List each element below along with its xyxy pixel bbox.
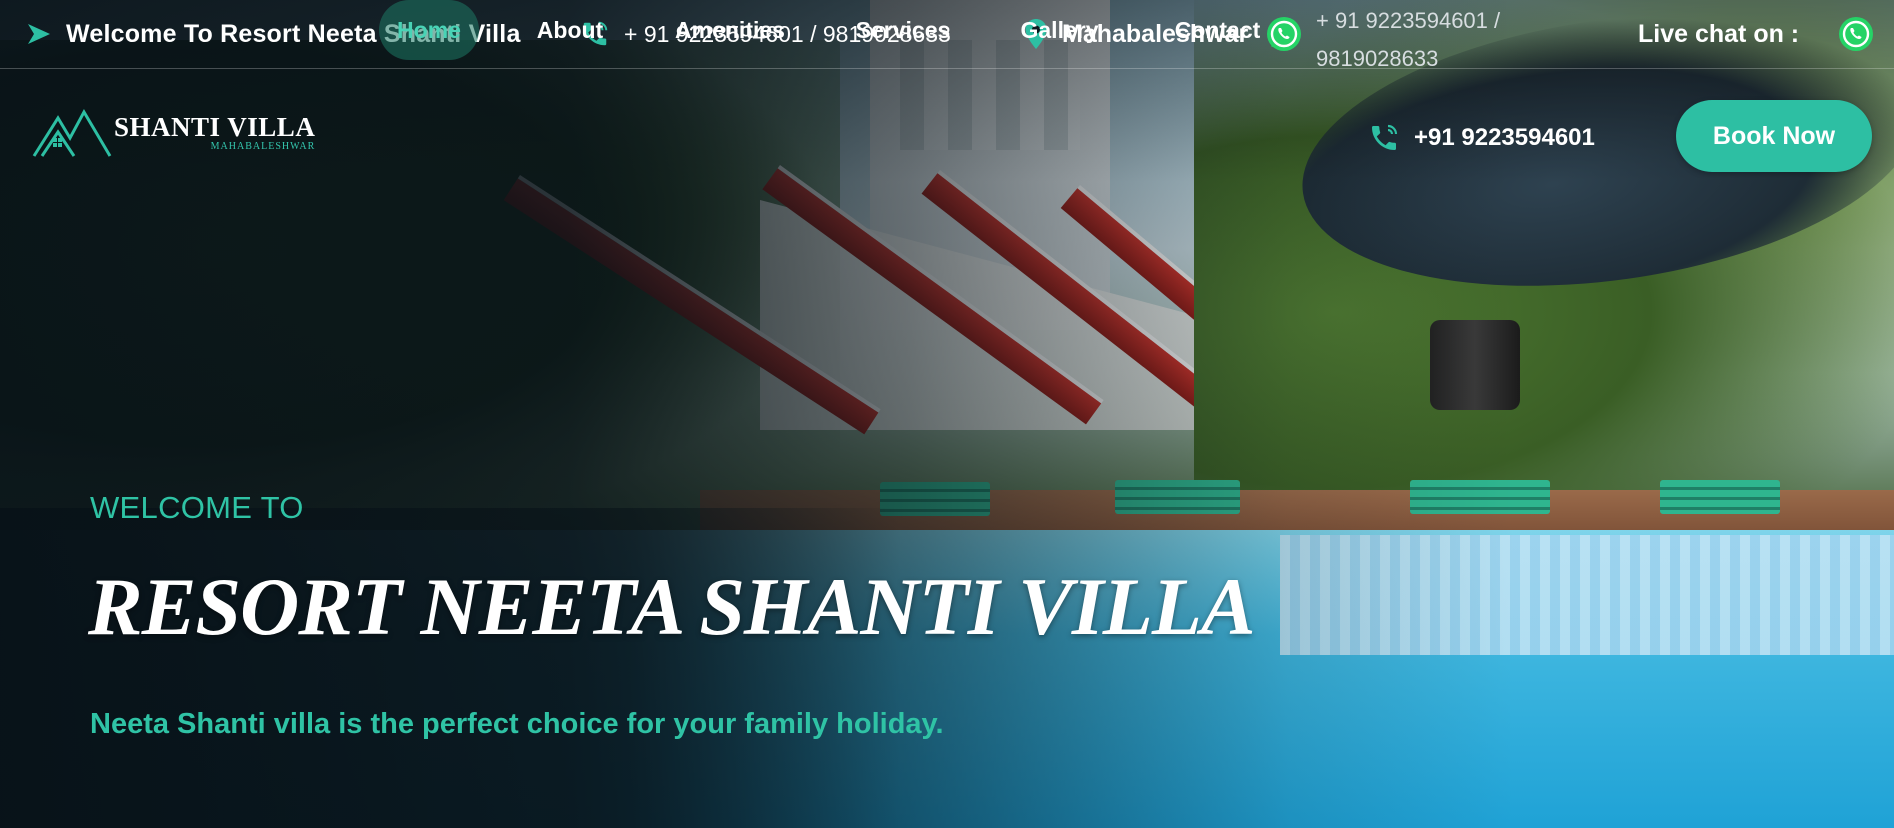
book-now-button[interactable]: Book Now	[1676, 100, 1872, 172]
hero-subtitle: Neeta Shanti villa is the perfect choice…	[90, 708, 944, 740]
nav-amenities[interactable]: Amenities	[670, 0, 790, 60]
whatsapp-number: + 91 9223594601 / 9819028633	[1316, 8, 1501, 71]
nav-contact[interactable]: Contact	[1165, 0, 1270, 60]
nav-about[interactable]: About	[525, 0, 615, 60]
whatsapp-icon	[1264, 14, 1304, 54]
logo-subtitle: MAHABALESHWAR	[210, 140, 316, 152]
nav-gallery[interactable]: Gallery	[1012, 0, 1107, 60]
whatsapp-link[interactable]	[1264, 0, 1318, 68]
hero-kicker: WELCOME TO	[90, 490, 304, 525]
logo-title: SHANTI VILLA	[114, 111, 316, 142]
live-chat-whatsapp[interactable]	[1836, 0, 1890, 68]
site-logo[interactable]: SHANTI VILLA MAHABALESHWAR	[32, 104, 315, 160]
house-logo-icon	[32, 108, 112, 157]
nav-home[interactable]: Home	[379, 0, 479, 60]
logo-text: SHANTI VILLA MAHABALESHWAR	[114, 113, 315, 152]
live-chat-label: Live chat on :	[1638, 19, 1800, 48]
nav-services[interactable]: Services	[848, 0, 958, 60]
nav-phone-text: +91 9223594601	[1414, 124, 1595, 151]
hero-title: RESORT NEETA SHANTI VILLA	[88, 561, 1256, 652]
phone-icon	[1368, 122, 1400, 154]
whatsapp-icon	[1836, 14, 1876, 54]
nav-phone-link[interactable]: +91 9223594601	[1368, 108, 1595, 168]
arrow-icon	[26, 22, 52, 46]
